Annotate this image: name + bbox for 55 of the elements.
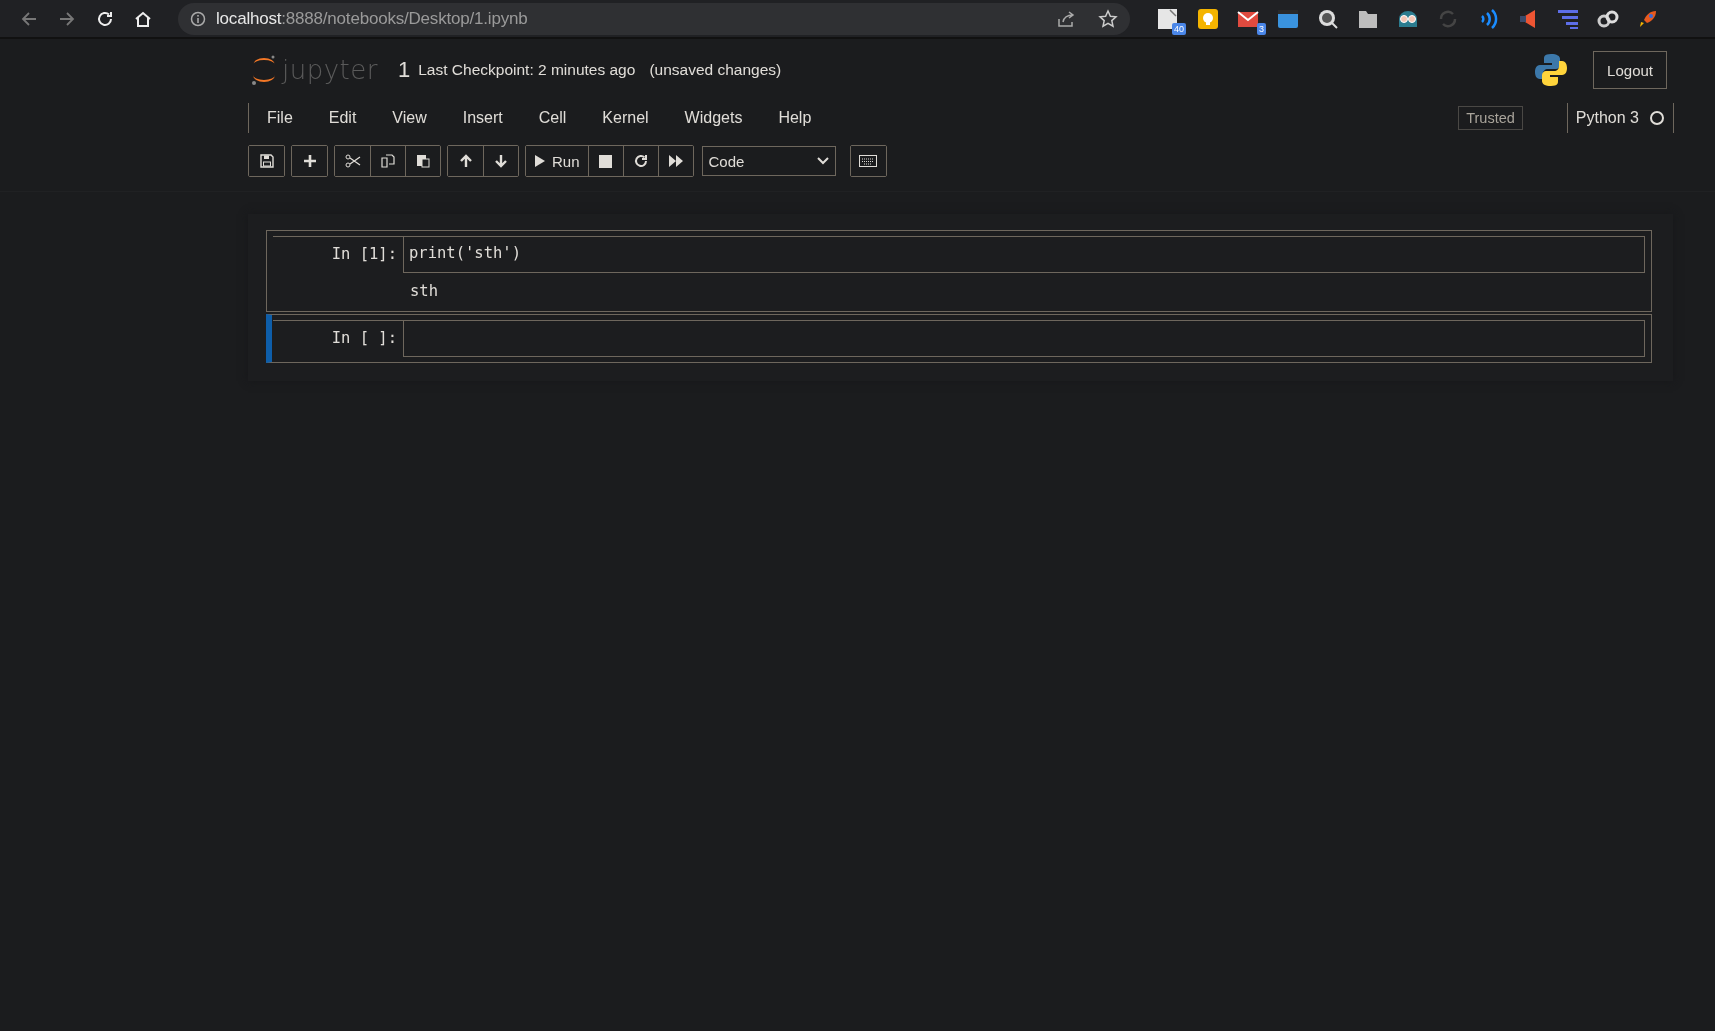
logout-button[interactable]: Logout xyxy=(1593,51,1667,89)
menu-item[interactable]: Help xyxy=(760,103,830,133)
menu-item[interactable]: View xyxy=(374,103,445,133)
move-down-button[interactable] xyxy=(483,146,518,176)
kernel-name[interactable]: Python 3 xyxy=(1575,109,1639,127)
info-icon xyxy=(190,10,206,27)
cell-output: sth xyxy=(409,281,439,302)
code-cell[interactable]: In [1]: print('sth') sth xyxy=(266,230,1652,312)
input-prompt: In [1]: xyxy=(330,244,398,265)
star-icon[interactable] xyxy=(1098,8,1118,29)
copy-icon xyxy=(381,154,395,168)
plus-icon xyxy=(302,154,317,168)
stop-icon xyxy=(599,154,613,168)
save-icon xyxy=(259,154,274,168)
restart-icon xyxy=(633,154,648,168)
arrow-down-icon xyxy=(494,154,508,168)
cell-type-select[interactable]: Code xyxy=(701,146,836,176)
save-button[interactable] xyxy=(249,146,284,176)
back-arrow-icon xyxy=(20,9,38,28)
url-text: localhost:8888/notebooks/Desktop/1.ipynb xyxy=(216,8,529,29)
menu-item[interactable]: Edit xyxy=(310,103,375,133)
checkpoint-status: Last Checkpoint: 2 minutes ago xyxy=(418,61,636,79)
jupyter-logo-icon xyxy=(250,53,278,87)
chevron-down-icon xyxy=(816,157,829,165)
code-cell[interactable]: In [ ]: xyxy=(266,314,1652,363)
play-icon xyxy=(534,154,546,168)
run-all-button[interactable] xyxy=(657,146,693,176)
paste-button[interactable] xyxy=(405,146,440,176)
address-bar[interactable]: localhost:8888/notebooks/Desktop/1.ipynb xyxy=(178,2,1130,35)
input-prompt: In [ ]: xyxy=(330,328,398,349)
lightbulb-icon xyxy=(1196,6,1220,31)
autosave-status: (unsaved changes) xyxy=(649,61,782,79)
count-badge: 3 xyxy=(1257,22,1266,35)
menu-item[interactable]: Insert xyxy=(444,103,521,133)
scissors-icon xyxy=(344,154,361,168)
code-editor[interactable] xyxy=(403,321,1645,357)
keyboard-icon xyxy=(859,155,878,167)
arrow-up-icon xyxy=(458,154,473,168)
home-icon xyxy=(134,9,152,28)
forward-arrow-icon xyxy=(58,9,76,28)
menu-item[interactable]: File xyxy=(249,103,311,133)
menu-item[interactable]: Widgets xyxy=(666,103,761,133)
reload-icon xyxy=(96,9,114,28)
code-editor[interactable]: print('sth') xyxy=(403,237,1645,273)
python-logo-icon xyxy=(1533,52,1570,88)
paste-icon xyxy=(416,154,430,168)
menu-item[interactable]: Cell xyxy=(520,103,585,133)
jupyter-wordmark: jupyter xyxy=(282,55,378,85)
keyboard-shortcuts-button[interactable] xyxy=(850,146,886,176)
notebook-name[interactable]: 1 xyxy=(398,57,411,83)
add-cell-button[interactable] xyxy=(292,146,327,176)
fast-forward-icon xyxy=(667,154,684,168)
menu-item[interactable]: Kernel xyxy=(584,103,667,133)
share-icon[interactable] xyxy=(1056,8,1076,29)
trusted-indicator[interactable]: Trusted xyxy=(1458,106,1523,130)
